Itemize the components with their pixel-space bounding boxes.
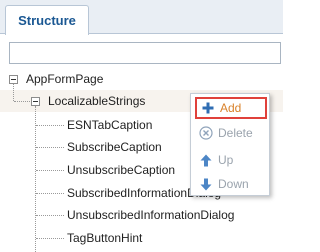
plus-icon: [201, 101, 215, 115]
collapse-icon[interactable]: [9, 74, 18, 84]
tree-node-label: ESNTabCaption: [67, 118, 153, 132]
search-input[interactable]: [10, 43, 280, 63]
tree-connector: [36, 238, 64, 239]
tree-connector: [36, 193, 64, 194]
collapse-icon[interactable]: [31, 96, 40, 106]
menu-item-label: Down: [218, 177, 249, 191]
menu-item-label: Up: [218, 153, 234, 167]
menu-item-label: Delete: [218, 126, 253, 140]
tree-node-child[interactable]: SubscribeCaption: [67, 136, 162, 158]
tree-node-label: LocalizableStrings: [48, 94, 146, 108]
tree-connector: [36, 125, 64, 126]
tree-connector: [35, 106, 36, 252]
tree-connector: [36, 215, 64, 216]
delete-icon: [199, 126, 213, 140]
tree-node-localizable-strings[interactable]: LocalizableStrings: [31, 90, 145, 112]
menu-item-delete[interactable]: Delete: [195, 122, 267, 144]
tree-node-label: AppFormPage: [26, 72, 104, 86]
menu-item-add[interactable]: Add: [195, 97, 267, 119]
arrow-down-icon: [199, 177, 213, 191]
tree-node-label: SubscribeCaption: [67, 140, 162, 154]
tree-node-root[interactable]: AppFormPage: [9, 68, 103, 90]
tree-node-label: UnsubscribeCaption: [67, 163, 176, 177]
tree-connector: [14, 101, 30, 102]
tree-node-label: UnsubscribedInformationDialog: [67, 208, 235, 222]
search-box[interactable]: [9, 42, 281, 64]
tree-node-label: TagButtonHint: [67, 231, 143, 245]
tree-node-child[interactable]: UnsubscribedInformationDialog: [67, 204, 234, 226]
menu-item-label: Add: [220, 101, 242, 115]
menu-item-up[interactable]: Up: [195, 149, 267, 171]
menu-item-down[interactable]: Down: [195, 173, 267, 195]
tree-connector: [36, 147, 64, 148]
tab-structure-label: Structure: [18, 13, 76, 28]
tree-node-child[interactable]: ESNTabCaption: [67, 114, 152, 136]
arrow-up-icon: [199, 153, 213, 167]
tree-node-child[interactable]: UnsubscribeCaption: [67, 159, 175, 181]
tab-structure[interactable]: Structure: [5, 5, 89, 35]
tree-connector: [36, 170, 64, 171]
context-menu: Add Delete Up Down: [190, 93, 270, 196]
panel-tab-strip: Structure: [0, 0, 283, 35]
tree-node-child[interactable]: TagButtonHint: [67, 227, 142, 249]
